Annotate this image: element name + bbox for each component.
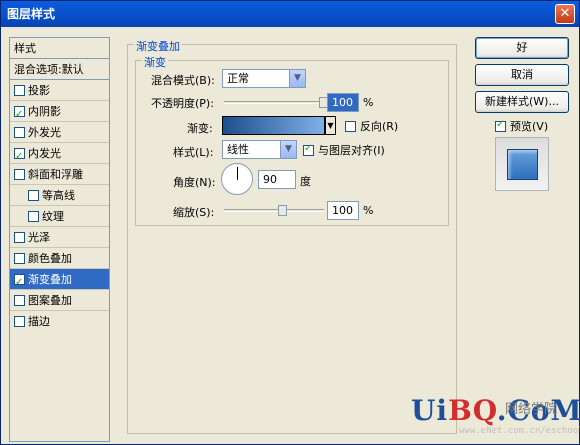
- styles-panel-header[interactable]: 样式: [10, 38, 109, 59]
- opacity-slider-track[interactable]: [224, 101, 324, 104]
- gradient-dropdown-icon[interactable]: ▼: [325, 116, 336, 135]
- style-preview: [495, 137, 549, 191]
- style-item-inner-shadow[interactable]: 内阴影: [10, 101, 109, 125]
- preview-checkbox[interactable]: [495, 119, 506, 132]
- scale-slider-track[interactable]: [224, 209, 324, 212]
- chevron-down-icon: ▼: [289, 70, 305, 87]
- style-preview-swatch: [507, 149, 538, 180]
- opacity-percent: %: [363, 96, 374, 109]
- scale-input[interactable]: 100: [327, 201, 359, 220]
- checkbox-stroke[interactable]: [14, 316, 25, 327]
- watermark: UiBQ.CoM 网络学院 www.eNet.com.cn/eschool: [411, 394, 580, 444]
- angle-dial-hand: [237, 167, 238, 180]
- checkbox-satin[interactable]: [14, 231, 25, 243]
- window-title: 图层样式: [7, 7, 56, 21]
- blend-mode-value: 正常: [227, 72, 249, 85]
- align-checkbox-row[interactable]: 与图层对齐(I): [303, 142, 385, 158]
- watermark-cn: 网络学院: [505, 402, 558, 417]
- style-item-pattern-overlay[interactable]: 图案叠加: [10, 290, 109, 311]
- checkbox-color-overlay[interactable]: [14, 252, 25, 264]
- style-item-stroke[interactable]: 描边: [10, 311, 109, 332]
- checkbox-inner-glow[interactable]: [14, 146, 25, 167]
- style-item-color-overlay[interactable]: 颜色叠加: [10, 248, 109, 269]
- align-with-layer-checkbox[interactable]: [303, 143, 314, 156]
- title-bar: 图层样式 ✕: [1, 1, 579, 27]
- style-item-blending-options[interactable]: 混合选项:默认: [10, 59, 109, 80]
- checkbox-drop-shadow[interactable]: [14, 84, 25, 96]
- style-select[interactable]: 线性 ▼: [222, 140, 297, 159]
- angle-dial[interactable]: [221, 163, 253, 195]
- style-item-texture[interactable]: 纹理: [10, 206, 109, 227]
- checkbox-contour[interactable]: [28, 189, 39, 201]
- opacity-input[interactable]: 100: [327, 93, 359, 112]
- blend-mode-select[interactable]: 正常 ▼: [222, 69, 306, 88]
- style-value: 线性: [227, 143, 249, 156]
- watermark-url: www.eNet.com.cn/eschool: [459, 426, 580, 436]
- style-item-contour[interactable]: 等高线: [10, 185, 109, 206]
- checkbox-texture[interactable]: [28, 210, 39, 222]
- new-style-button[interactable]: 新建样式(W)...: [475, 91, 569, 113]
- checkbox-pattern-overlay[interactable]: [14, 294, 25, 306]
- style-item-outer-glow[interactable]: 外发光: [10, 122, 109, 143]
- style-item-satin[interactable]: 光泽: [10, 227, 109, 248]
- gradient-label: 渐变:: [187, 122, 213, 135]
- gradient-overlay-title: 渐变叠加: [134, 38, 182, 54]
- checkbox-outer-glow[interactable]: [14, 126, 25, 138]
- checkbox-inner-shadow[interactable]: [14, 104, 25, 125]
- style-item-drop-shadow[interactable]: 投影: [10, 80, 109, 101]
- checkbox-gradient-overlay[interactable]: [14, 272, 25, 293]
- style-label: 样式(L):: [173, 146, 214, 159]
- gradient-swatch[interactable]: [222, 116, 325, 135]
- scale-label: 缩放(S):: [173, 206, 215, 219]
- angle-label: 角度(N):: [173, 176, 216, 189]
- close-icon[interactable]: ✕: [555, 4, 575, 24]
- blend-mode-label: 混合模式(B):: [151, 74, 215, 87]
- styles-panel: 样式 混合选项:默认 投影 内阴影 外发光 内发光 斜面和浮雕 等高线: [9, 37, 110, 442]
- layer-style-dialog: 图层样式 ✕ 样式 混合选项:默认 投影 内阴影 外发光 内发光 斜面和浮雕: [0, 0, 580, 445]
- cancel-button[interactable]: 取消: [475, 64, 569, 86]
- angle-unit: 度: [300, 175, 311, 188]
- chevron-down-icon: ▼: [280, 141, 296, 158]
- checkbox-bevel-emboss[interactable]: [14, 168, 25, 180]
- scale-percent: %: [363, 204, 374, 217]
- angle-input[interactable]: 90: [258, 170, 296, 189]
- ok-button[interactable]: 好: [475, 37, 569, 59]
- opacity-label: 不透明度(P):: [151, 97, 214, 110]
- reverse-checkbox[interactable]: [345, 120, 356, 132]
- style-item-inner-glow[interactable]: 内发光: [10, 143, 109, 167]
- scale-slider-thumb[interactable]: [277, 205, 287, 216]
- preview-checkbox-row[interactable]: 预览(V): [495, 118, 548, 134]
- reverse-checkbox-row[interactable]: 反向(R): [345, 118, 398, 134]
- style-item-gradient-overlay[interactable]: 渐变叠加: [10, 269, 109, 293]
- gradient-subgroup-title: 渐变: [142, 54, 168, 70]
- style-item-bevel-emboss[interactable]: 斜面和浮雕: [10, 164, 109, 185]
